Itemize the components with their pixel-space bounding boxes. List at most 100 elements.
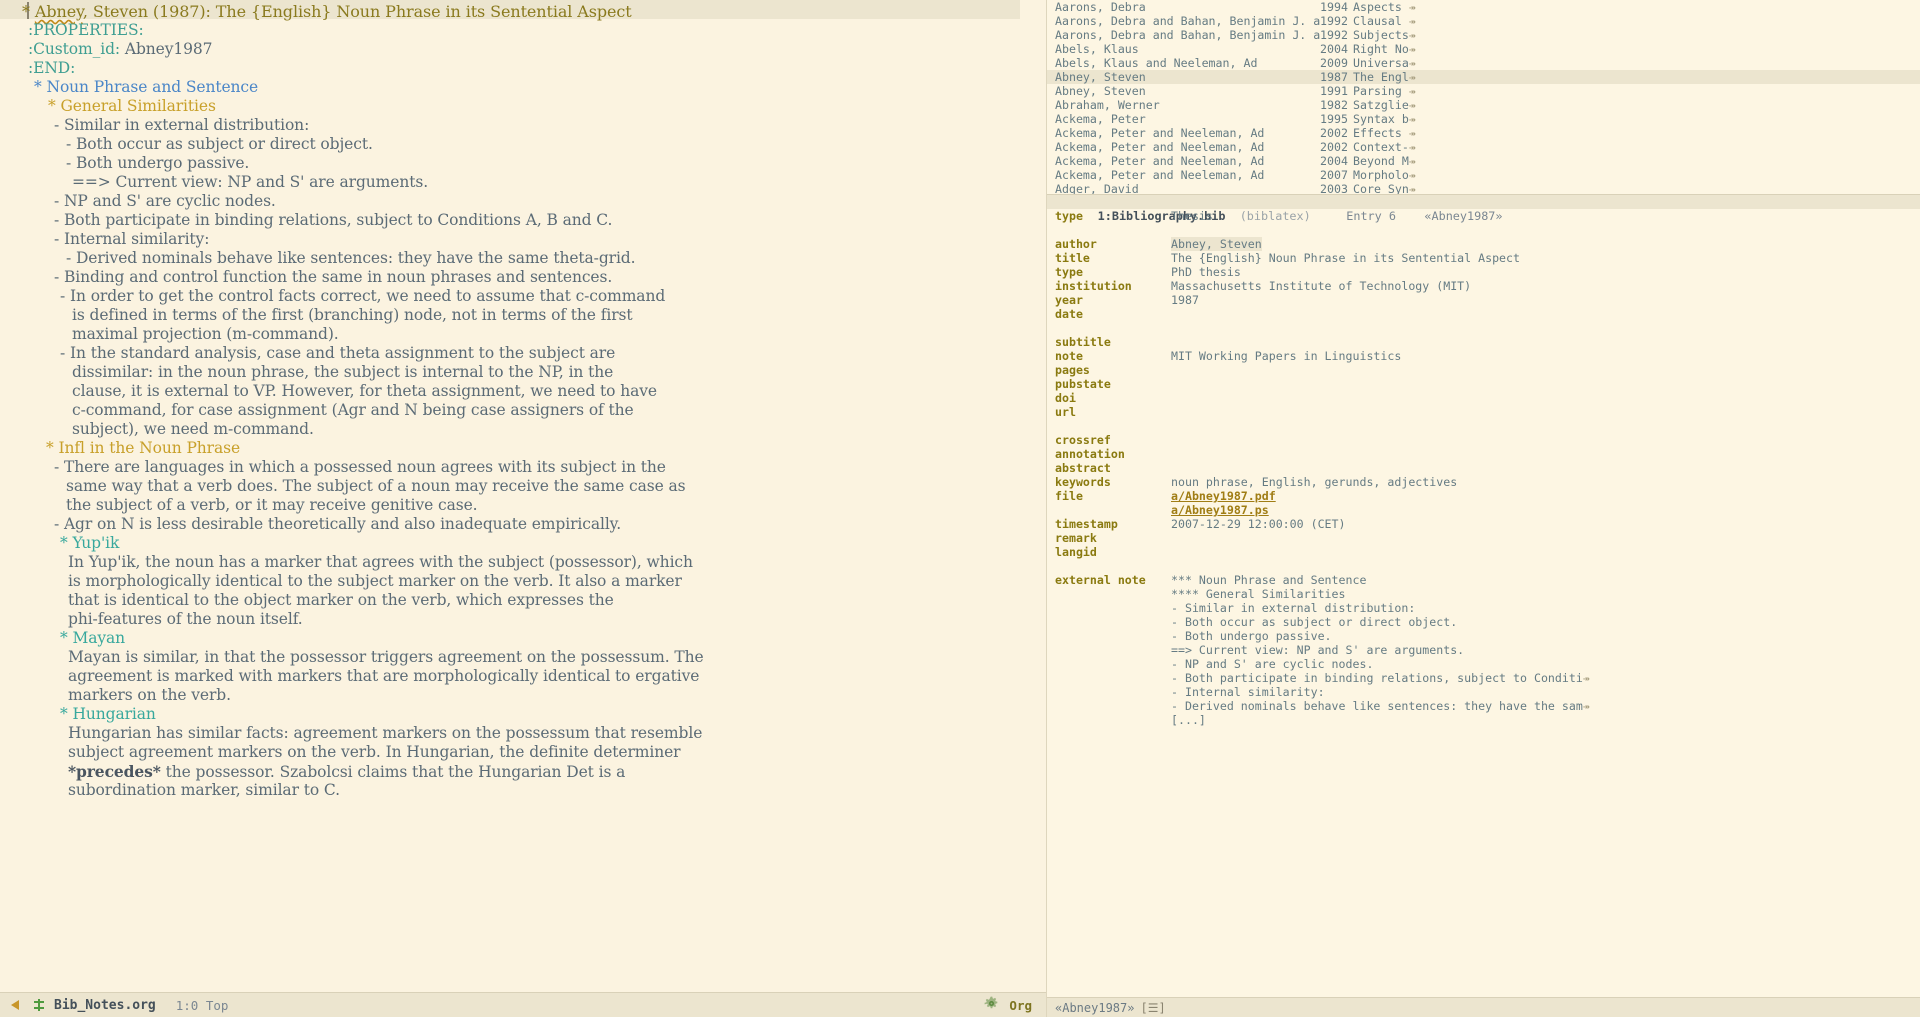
org-line[interactable]: - There are languages in which a possess… [54, 458, 666, 477]
org-line[interactable]: is defined in terms of the first (branch… [72, 306, 633, 325]
org-line[interactable]: subject), we need m-command. [72, 420, 314, 439]
ebib-index-row[interactable]: Ackema, Peter and Neeleman, Ad 2002 Contex… [1047, 140, 1920, 154]
org-line[interactable]: - In order to get the control facts corr… [60, 287, 665, 306]
org-line[interactable]: ==> Current view: NP and S' are argument… [72, 173, 428, 192]
ebib-field-row[interactable]: type Thesis [1047, 209, 1920, 223]
org-line[interactable]: agreement is marked with markers that ar… [68, 667, 699, 686]
ebib-field-row[interactable]: - Both occur as subject or direct object… [1047, 615, 1920, 629]
ebib-window[interactable]: Aarons, Debra 1994 Aspects ↠ Aarons, Debra … [1046, 0, 1920, 1017]
ebib-index-row[interactable]: Aarons, Debra and Bahan, Benjamin J. and… [1047, 14, 1920, 28]
org-line[interactable]: clause, it is external to VP. However, f… [72, 382, 657, 401]
org-line[interactable]: * Mayan [60, 629, 125, 648]
ebib-field-row[interactable]: date [1047, 307, 1920, 321]
org-line[interactable]: :PROPERTIES: [28, 21, 144, 40]
ebib-field-row[interactable]: author Abney, Steven [1047, 237, 1920, 251]
ebib-field-row[interactable]: year 1987 [1047, 293, 1920, 307]
org-line[interactable]: Mayan is similar, in that the possessor … [68, 648, 704, 667]
field-spacer [1047, 321, 1920, 335]
org-line[interactable]: dissimilar: in the noun phrase, the subj… [72, 363, 613, 382]
gear-icon[interactable] [984, 996, 999, 1014]
ebib-index-row[interactable]: Ackema, Peter and Neeleman, Ad 2002 Effect… [1047, 126, 1920, 140]
org-buffer-window[interactable]: * Abney, Steven (1987): The {English} No… [0, 0, 1046, 1017]
ebib-field-row[interactable]: - NP and S' are cyclic nodes. [1047, 657, 1920, 671]
org-line[interactable]: - Both undergo passive. [66, 154, 249, 173]
org-line[interactable]: - NP and S' are cyclic nodes. [54, 192, 276, 211]
ebib-field-row[interactable]: url [1047, 405, 1920, 419]
org-line[interactable]: maximal projection (m-command). [72, 325, 339, 344]
modeline-major-mode[interactable]: Org [1009, 998, 1032, 1013]
ebib-field-row[interactable]: langid [1047, 545, 1920, 559]
org-line[interactable]: * General Similarities [48, 97, 216, 116]
ebib-field-row[interactable]: keywords noun phrase, English, gerunds, a… [1047, 475, 1920, 489]
ebib-index-row[interactable]: Abels, Klaus and Neeleman, Ad 2009 Univers… [1047, 56, 1920, 70]
org-line[interactable]: same way that a verb does. The subject o… [66, 477, 686, 496]
org-line[interactable]: - Internal similarity: [54, 230, 209, 249]
org-line[interactable]: In Yup'ik, the noun has a marker that ag… [68, 553, 693, 572]
org-line[interactable]: subject agreement markers on the verb. I… [68, 743, 681, 762]
ebib-field-row[interactable]: ==> Current view: NP and S' are argument… [1047, 643, 1920, 657]
org-line[interactable]: markers on the verb. [68, 686, 231, 705]
ebib-field-row[interactable]: - Both undergo passive. [1047, 629, 1920, 643]
ebib-index-row[interactable]: Abraham, Werner 1982 Satzglie↠ [1047, 98, 1920, 112]
ebib-index-row[interactable]: Ackema, Peter and Neeleman, Ad 2007 Morpho… [1047, 168, 1920, 182]
org-line[interactable]: subordination marker, similar to C. [68, 781, 340, 800]
ebib-row-author: Aarons, Debra [1055, 0, 1146, 14]
ebib-field-row[interactable]: - Similar in external distribution: [1047, 601, 1920, 615]
ebib-index-row[interactable]: Ackema, Peter and Neeleman, Ad 2004 Beyond… [1047, 154, 1920, 168]
org-line[interactable]: * Noun Phrase and Sentence [34, 78, 258, 97]
org-line[interactable]: - Agr on N is less desirable theoretical… [54, 515, 621, 534]
org-line[interactable]: phi-features of the noun itself. [68, 610, 303, 629]
org-line[interactable]: * Yup'ik [60, 534, 119, 553]
ebib-index-row[interactable]: Adger, David 2003 Core Syn↠ [1047, 182, 1920, 194]
org-line[interactable]: Hungarian has similar facts: agreement m… [68, 724, 702, 743]
ebib-field-row[interactable]: crossref [1047, 433, 1920, 447]
ebib-field-row[interactable]: external note *** Noun Phrase and Sentenc… [1047, 573, 1920, 587]
ebib-field-row[interactable]: note MIT Working Papers in Linguistics [1047, 349, 1920, 363]
org-line[interactable]: c-command, for case assignment (Agr and … [72, 401, 634, 420]
org-line[interactable]: that is identical to the object marker o… [68, 591, 614, 610]
ebib-index-row[interactable]: Ackema, Peter 1995 Syntax b↠ [1047, 112, 1920, 126]
ebib-index-row[interactable]: Abney, Steven 1987 The Engl↠ [1047, 70, 1920, 84]
ebib-field-row[interactable]: timestamp 2007-12-29 12:00:00 (CET) [1047, 517, 1920, 531]
ebib-field-row[interactable]: institution Massachusetts Institute of Te… [1047, 279, 1920, 293]
ebib-index-list[interactable]: Aarons, Debra 1994 Aspects ↠ Aarons, Debra … [1047, 0, 1920, 194]
org-line[interactable]: - Both participate in binding relations,… [54, 211, 612, 230]
ebib-field-row[interactable]: remark [1047, 531, 1920, 545]
ebib-field-row[interactable]: [...] [1047, 713, 1920, 727]
ebib-file-link[interactable]: a/Abney1987.ps [1171, 503, 1269, 517]
org-line[interactable]: *precedes* the possessor. Szabolcsi clai… [68, 762, 625, 782]
ebib-field-row[interactable]: - Internal similarity: [1047, 685, 1920, 699]
org-line[interactable]: * Abney, Steven (1987): The {English} No… [22, 2, 632, 21]
ebib-index-row[interactable]: Aarons, Debra 1994 Aspects ↠ [1047, 0, 1920, 14]
ebib-entry-fields[interactable]: type Thesis author Abney, Steven title The {E… [1047, 209, 1920, 997]
ebib-field-row[interactable]: - Both participate in binding relations,… [1047, 671, 1920, 685]
org-line[interactable]: the subject of a verb, or it may receive… [66, 496, 478, 515]
ebib-field-row[interactable]: abstract [1047, 461, 1920, 475]
org-line[interactable]: - Similar in external distribution: [54, 116, 309, 135]
org-buffer-text-area[interactable]: * Abney, Steven (1987): The {English} No… [0, 0, 1046, 992]
org-line[interactable]: * Hungarian [60, 705, 156, 724]
ebib-field-row[interactable]: pages [1047, 363, 1920, 377]
ebib-field-row[interactable]: a/Abney1987.ps [1047, 503, 1920, 517]
ebib-field-row[interactable]: file a/Abney1987.pdf [1047, 489, 1920, 503]
org-line[interactable]: * Infl in the Noun Phrase [46, 439, 240, 458]
ebib-file-link[interactable]: a/Abney1987.pdf [1171, 489, 1276, 503]
ebib-field-row[interactable]: annotation [1047, 447, 1920, 461]
org-line[interactable]: :Custom_id: Abney1987 [28, 40, 213, 59]
ebib-index-row[interactable]: Aarons, Debra and Bahan, Benjamin J. and… [1047, 28, 1920, 42]
ebib-field-row[interactable]: doi [1047, 391, 1920, 405]
ebib-index-row[interactable]: Abels, Klaus 2004 Right No↠ [1047, 42, 1920, 56]
org-line[interactable]: :END: [28, 59, 75, 78]
ebib-field-row[interactable]: subtitle [1047, 335, 1920, 349]
org-line[interactable]: - Derived nominals behave like sentences… [66, 249, 636, 268]
ebib-field-row[interactable]: title The {English} Noun Phrase in its Se… [1047, 251, 1920, 265]
org-line[interactable]: is morphologically identical to the subj… [68, 572, 682, 591]
ebib-field-row[interactable]: **** General Similarities [1047, 587, 1920, 601]
org-line[interactable]: - In the standard analysis, case and the… [60, 344, 615, 363]
org-line[interactable]: - Binding and control function the same … [54, 268, 612, 287]
ebib-index-row[interactable]: Abney, Steven 1991 Parsing ↠ [1047, 84, 1920, 98]
ebib-field-row[interactable]: - Derived nominals behave like sentences… [1047, 699, 1920, 713]
ebib-field-row[interactable]: pubstate [1047, 377, 1920, 391]
org-line[interactable]: - Both occur as subject or direct object… [66, 135, 373, 154]
ebib-field-row[interactable]: type PhD thesis [1047, 265, 1920, 279]
